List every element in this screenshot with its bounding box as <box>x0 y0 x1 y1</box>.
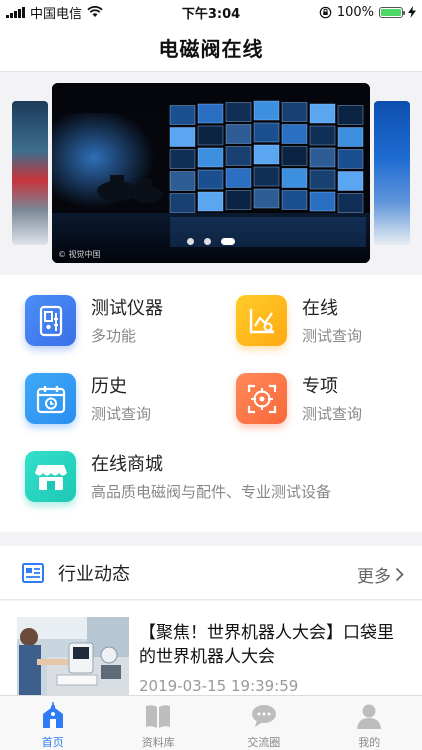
nav-bar: 电磁阀在线 <box>0 24 422 72</box>
charging-icon <box>408 6 416 18</box>
wifi-icon <box>87 6 103 17</box>
news-date: 2019-03-15 19:39:59 <box>139 677 299 695</box>
chat-icon <box>251 705 276 727</box>
feature-test-instrument[interactable]: 测试仪器 多功能 <box>25 295 163 346</box>
feature-subtitle: 测试查询 <box>91 405 152 423</box>
feature-subtitle: 高品质电磁阀与配件、专业测试设备 <box>91 483 332 501</box>
book-icon <box>146 705 171 728</box>
feature-title: 专项 <box>302 376 338 397</box>
tab-community[interactable]: 交流圈 <box>211 696 317 750</box>
feature-title: 在线 <box>302 298 338 319</box>
status-time: 下午3:04 <box>181 6 241 22</box>
feature-title: 在线商城 <box>91 454 163 475</box>
feature-title: 历史 <box>91 376 127 397</box>
news-headline: 【聚焦！世界机器人大会】口袋里的世界机器人大会 <box>139 623 394 667</box>
feature-grid: 测试仪器 多功能 在线 测试查询 历史 测试查询 专项 测试查询 在线商城 高品… <box>0 275 422 532</box>
banner-prev-slide[interactable] <box>12 101 48 245</box>
carousel-dots <box>52 238 370 245</box>
calendar-icon <box>25 373 76 424</box>
tab-bar: 首页 资料库 交流圈 我的 <box>0 695 422 750</box>
chevron-right-icon <box>395 567 404 582</box>
feature-subtitle: 多功能 <box>91 327 137 345</box>
more-link[interactable]: 更多 <box>357 562 404 587</box>
target-icon <box>236 373 287 424</box>
news-thumbnail <box>17 617 129 695</box>
news-section-header: 行业动态 更多 <box>0 546 422 600</box>
more-label: 更多 <box>357 567 391 587</box>
battery-fill <box>381 8 401 16</box>
tab-home[interactable]: 首页 <box>0 696 106 750</box>
carousel-dot-active[interactable] <box>221 238 235 245</box>
status-left: 中国电信 <box>0 3 150 22</box>
tab-label: 交流圈 <box>247 736 281 749</box>
tab-library[interactable]: 资料库 <box>106 696 212 750</box>
banner-watermark: © 视觉中国 <box>58 250 101 259</box>
signal-icon <box>6 6 25 18</box>
news-section-title: 行业动态 <box>58 563 130 585</box>
banner-carousel[interactable]: © 视觉中国 <box>0 73 422 274</box>
feature-online-shop[interactable]: 在线商城 高品质电磁阀与配件、专业测试设备 <box>25 451 331 502</box>
banner-slide[interactable]: © 视觉中国 <box>52 83 370 263</box>
orientation-lock-icon <box>319 6 332 18</box>
battery-icon <box>379 6 405 18</box>
shop-icon <box>25 451 76 502</box>
carrier-label: 中国电信 <box>30 6 83 22</box>
feature-history[interactable]: 历史 测试查询 <box>25 373 151 424</box>
battery-percent: 100% <box>336 4 374 20</box>
tab-label: 我的 <box>358 736 381 749</box>
tab-profile[interactable]: 我的 <box>317 696 422 750</box>
instrument-icon <box>25 295 76 346</box>
feature-title: 测试仪器 <box>91 298 163 319</box>
feature-online[interactable]: 在线 测试查询 <box>236 295 362 346</box>
status-bar: 中国电信 下午3:04 100% <box>0 0 422 24</box>
feature-special[interactable]: 专项 测试查询 <box>236 373 362 424</box>
banner-image <box>52 83 370 263</box>
feature-subtitle: 测试查询 <box>302 327 363 345</box>
home-icon <box>42 702 63 728</box>
carousel-dot[interactable] <box>204 238 211 245</box>
news-list-item[interactable]: 【聚焦！世界机器人大会】口袋里的世界机器人大会 2019-03-15 19:39… <box>0 601 422 695</box>
carousel-dot[interactable] <box>187 238 194 245</box>
status-right: 100% <box>272 5 422 20</box>
newspaper-icon <box>22 562 44 583</box>
tab-label: 资料库 <box>141 736 175 749</box>
banner-next-slide[interactable] <box>374 101 410 245</box>
chart-icon <box>236 295 287 346</box>
tab-label: 首页 <box>41 736 64 749</box>
feature-subtitle: 测试查询 <box>302 405 363 423</box>
page-title: 电磁阀在线 <box>158 37 264 61</box>
profile-icon <box>357 704 382 729</box>
